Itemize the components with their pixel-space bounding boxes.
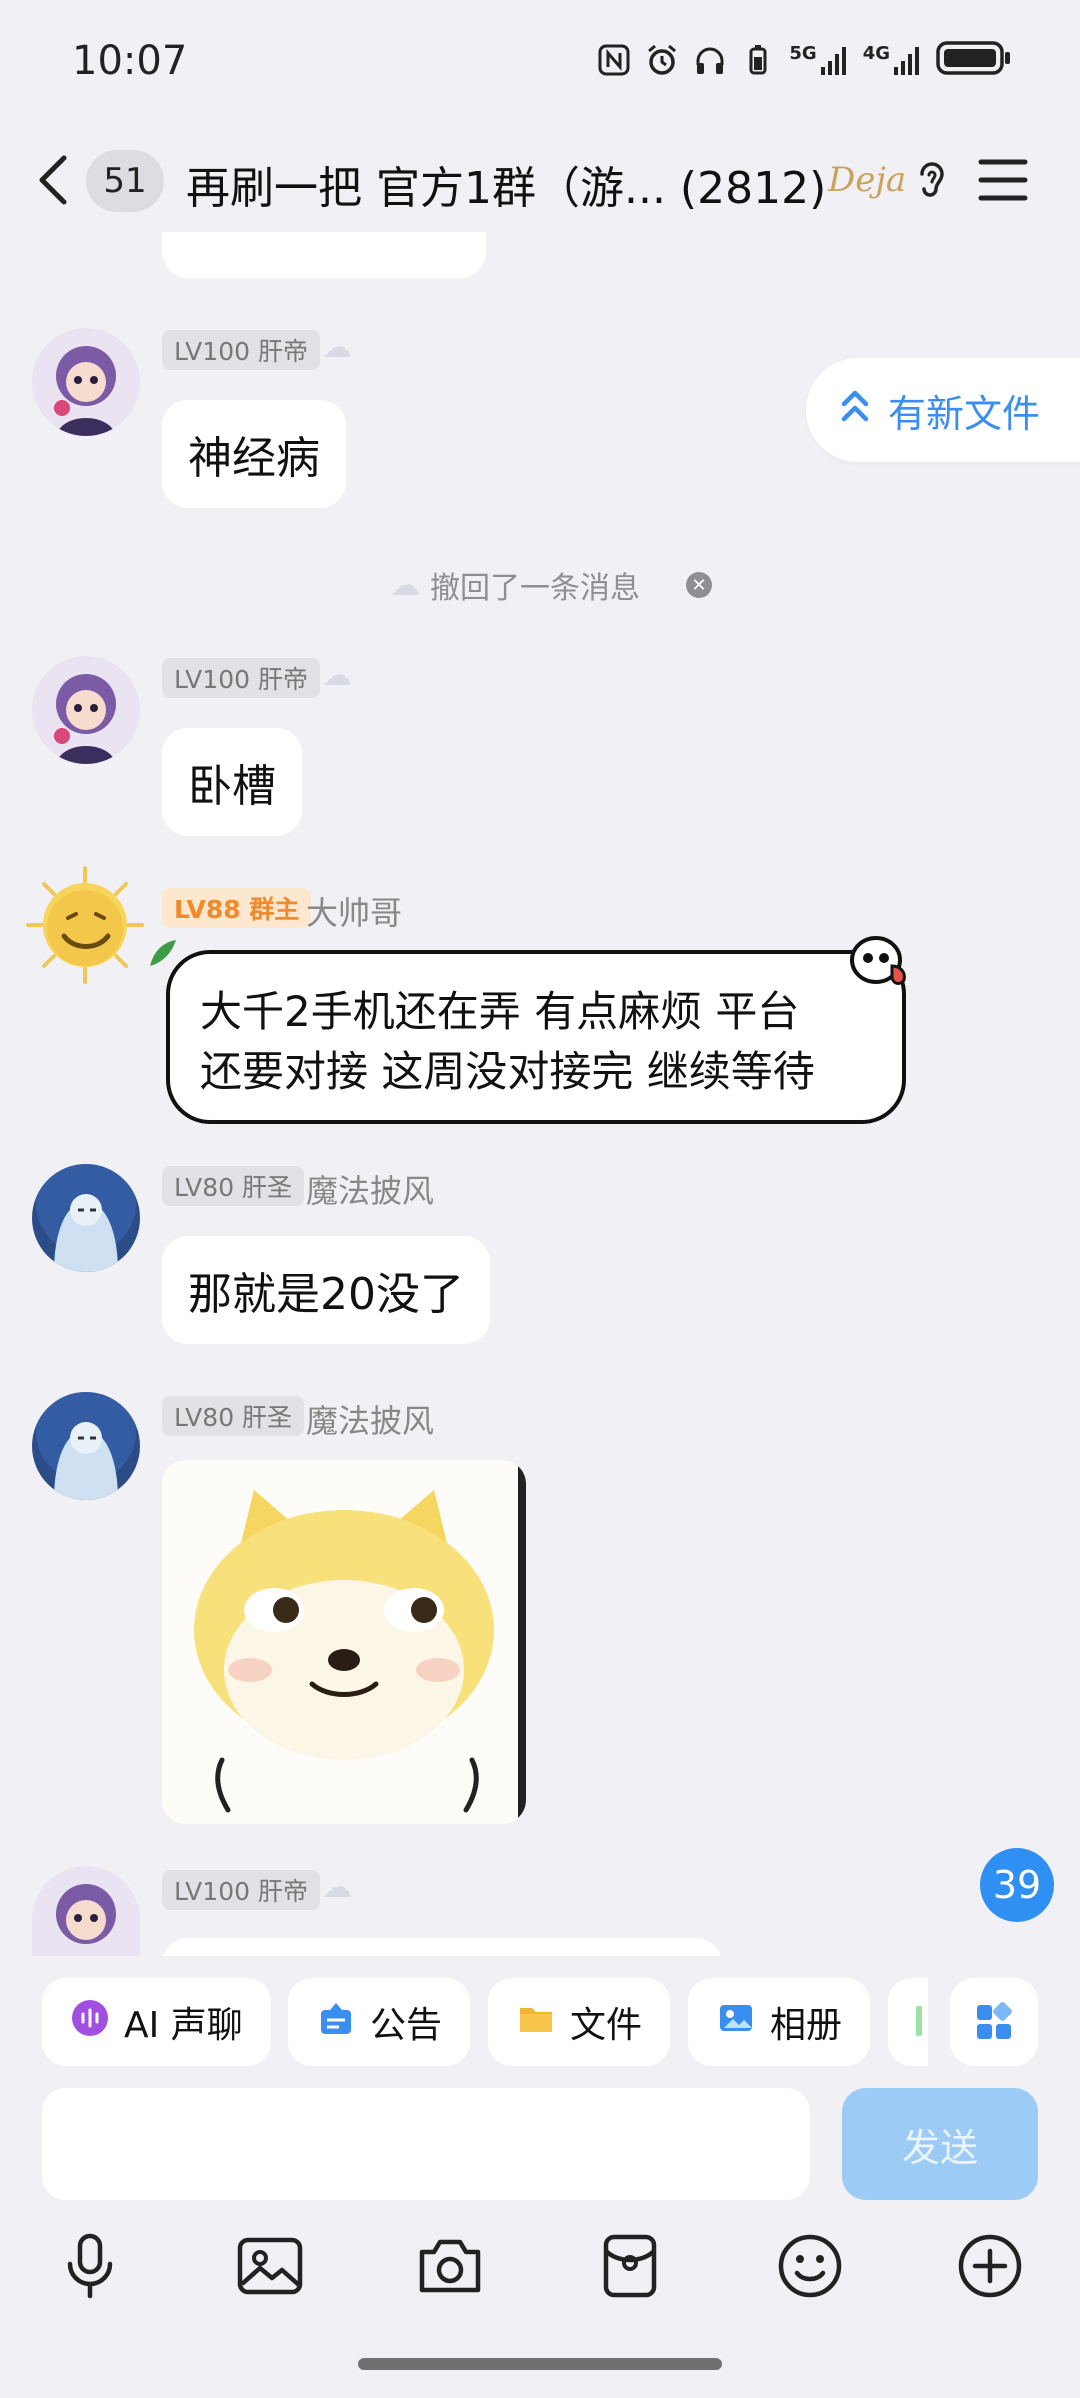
new-file-tip[interactable]: 有新文件: [806, 358, 1080, 462]
avatar[interactable]: [32, 328, 140, 436]
headphones-icon: [693, 43, 727, 77]
cloud-icon: ☁: [322, 658, 352, 693]
back-icon[interactable]: [34, 150, 74, 210]
emoji-icon[interactable]: [776, 2232, 844, 2300]
home-indicator[interactable]: [358, 2358, 722, 2370]
level-tag: LV80 肝圣: [162, 1396, 305, 1436]
microphone-icon[interactable]: [56, 2232, 124, 2300]
nfc-icon: [597, 43, 631, 77]
double-chevron-up-icon: [840, 388, 870, 433]
new-message-count-badge[interactable]: 39: [980, 1848, 1054, 1922]
recall-text: 撤回了一条消息: [430, 571, 640, 606]
unread-count-badge[interactable]: 51: [86, 150, 164, 212]
plus-icon[interactable]: [956, 2232, 1024, 2300]
battery-icon: [936, 40, 1012, 80]
sender-nickname[interactable]: 魔法披风: [306, 1166, 434, 1212]
message-input[interactable]: [42, 2088, 810, 2200]
message-bubble[interactable]: 那就是20没了: [162, 1236, 490, 1344]
avatar[interactable]: [32, 1392, 140, 1500]
chat-title[interactable]: 再刷一把 官方1群（游... (2812): [186, 152, 826, 216]
ai-voice-icon: [70, 1998, 110, 2047]
message-line: 大千2手机还在弄 有点麻烦 平台: [200, 987, 800, 1036]
message-bubble[interactable]: 卧槽: [162, 728, 302, 836]
quick-action-announcement[interactable]: 公告: [288, 1978, 471, 2066]
group-level-badge: Deja: [828, 160, 907, 200]
announcement-icon: [316, 1998, 356, 2047]
message-bubble[interactable]: 神经病: [162, 400, 346, 508]
leaf-decoration-icon: [146, 936, 180, 974]
quick-action-album[interactable]: 相册: [688, 1978, 871, 2066]
partial-message-bubble: [162, 232, 486, 278]
close-icon[interactable]: ✕: [686, 572, 712, 598]
send-button[interactable]: 发送: [842, 2088, 1038, 2200]
earpiece-mode-icon[interactable]: [914, 158, 948, 204]
new-file-label: 有新文件: [888, 391, 1041, 436]
smiley-avatar[interactable]: [20, 860, 150, 990]
avatar[interactable]: [32, 656, 140, 764]
message-line: 还要对接 这周没对接完 继续等待: [200, 1047, 815, 1096]
menu-icon[interactable]: [978, 158, 1028, 202]
quick-action-partial[interactable]: [888, 1978, 928, 2066]
status-icons: 5G 4G: [597, 40, 1012, 80]
level-tag: LV100 肝帝: [162, 1870, 320, 1910]
special-message-bubble[interactable]: 大千2手机还在弄 有点麻烦 平台 还要对接 这周没对接完 继续等待: [166, 950, 906, 1124]
recall-notice: ☁ 撤回了一条消息: [390, 563, 640, 607]
small-battery-icon: [741, 43, 775, 77]
cloud-icon: ☁: [390, 567, 420, 603]
avatar[interactable]: [32, 1164, 140, 1272]
owner-level-tag: LV88 群主: [162, 888, 312, 928]
level-tag: LV100 肝帝: [162, 330, 320, 370]
folder-icon: [516, 1998, 556, 2047]
image-icon[interactable]: [236, 2232, 304, 2300]
signal-5g-icon: 5G: [789, 43, 848, 77]
level-tag: LV100 肝帝: [162, 658, 320, 698]
camera-icon[interactable]: [416, 2232, 484, 2300]
quick-action-ai-voice[interactable]: AI 声聊: [42, 1978, 271, 2066]
cloud-icon: ☁: [322, 1870, 352, 1905]
level-tag: LV80 肝圣: [162, 1166, 305, 1206]
red-packet-icon[interactable]: [596, 2232, 664, 2300]
sender-nickname[interactable]: 魔法披风: [306, 1396, 434, 1442]
album-icon: [716, 1998, 756, 2047]
alarm-icon: [645, 43, 679, 77]
avatar[interactable]: [32, 1866, 140, 1956]
apps-grid-icon[interactable]: [950, 1978, 1038, 2066]
signal-4g-icon: 4G: [863, 43, 922, 77]
shiba-sticker[interactable]: [162, 1460, 526, 1824]
status-time: 10:07: [72, 38, 188, 84]
cloud-icon: ☁: [322, 330, 352, 365]
bird-decoration-icon: [846, 930, 912, 1010]
quick-action-files[interactable]: 文件: [488, 1978, 671, 2066]
sender-nickname[interactable]: 大帅哥: [306, 888, 402, 934]
